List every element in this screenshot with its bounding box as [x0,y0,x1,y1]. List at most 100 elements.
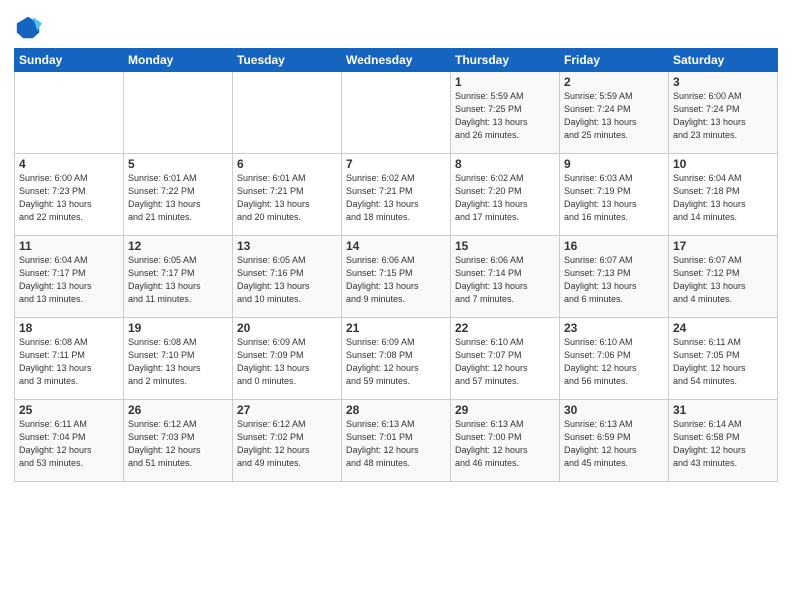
day-cell: 30Sunrise: 6:13 AM Sunset: 6:59 PM Dayli… [560,400,669,482]
week-row-2: 4Sunrise: 6:00 AM Sunset: 7:23 PM Daylig… [15,154,778,236]
day-info: Sunrise: 6:01 AM Sunset: 7:22 PM Dayligh… [128,172,228,224]
day-cell: 20Sunrise: 6:09 AM Sunset: 7:09 PM Dayli… [233,318,342,400]
day-cell: 1Sunrise: 5:59 AM Sunset: 7:25 PM Daylig… [451,72,560,154]
day-info: Sunrise: 6:00 AM Sunset: 7:24 PM Dayligh… [673,90,773,142]
day-number: 16 [564,239,664,253]
day-number: 8 [455,157,555,171]
day-info: Sunrise: 6:11 AM Sunset: 7:05 PM Dayligh… [673,336,773,388]
day-cell: 29Sunrise: 6:13 AM Sunset: 7:00 PM Dayli… [451,400,560,482]
logo [14,14,44,42]
day-info: Sunrise: 5:59 AM Sunset: 7:24 PM Dayligh… [564,90,664,142]
day-cell [233,72,342,154]
day-number: 2 [564,75,664,89]
day-info: Sunrise: 6:10 AM Sunset: 7:07 PM Dayligh… [455,336,555,388]
day-number: 7 [346,157,446,171]
day-number: 9 [564,157,664,171]
day-info: Sunrise: 6:03 AM Sunset: 7:19 PM Dayligh… [564,172,664,224]
day-cell: 28Sunrise: 6:13 AM Sunset: 7:01 PM Dayli… [342,400,451,482]
day-info: Sunrise: 6:05 AM Sunset: 7:16 PM Dayligh… [237,254,337,306]
day-cell: 9Sunrise: 6:03 AM Sunset: 7:19 PM Daylig… [560,154,669,236]
week-row-4: 18Sunrise: 6:08 AM Sunset: 7:11 PM Dayli… [15,318,778,400]
weekday-header-row: SundayMondayTuesdayWednesdayThursdayFrid… [15,49,778,72]
day-number: 27 [237,403,337,417]
day-number: 1 [455,75,555,89]
day-info: Sunrise: 6:05 AM Sunset: 7:17 PM Dayligh… [128,254,228,306]
weekday-header-monday: Monday [124,49,233,72]
day-info: Sunrise: 6:08 AM Sunset: 7:11 PM Dayligh… [19,336,119,388]
day-info: Sunrise: 6:09 AM Sunset: 7:09 PM Dayligh… [237,336,337,388]
day-cell: 26Sunrise: 6:12 AM Sunset: 7:03 PM Dayli… [124,400,233,482]
day-info: Sunrise: 6:04 AM Sunset: 7:17 PM Dayligh… [19,254,119,306]
day-cell: 2Sunrise: 5:59 AM Sunset: 7:24 PM Daylig… [560,72,669,154]
day-number: 4 [19,157,119,171]
day-info: Sunrise: 6:04 AM Sunset: 7:18 PM Dayligh… [673,172,773,224]
page: SundayMondayTuesdayWednesdayThursdayFrid… [0,0,792,612]
header [14,10,778,42]
day-number: 12 [128,239,228,253]
day-cell: 27Sunrise: 6:12 AM Sunset: 7:02 PM Dayli… [233,400,342,482]
day-info: Sunrise: 6:02 AM Sunset: 7:20 PM Dayligh… [455,172,555,224]
weekday-header-tuesday: Tuesday [233,49,342,72]
day-number: 21 [346,321,446,335]
day-number: 19 [128,321,228,335]
day-cell [124,72,233,154]
day-number: 22 [455,321,555,335]
day-info: Sunrise: 6:13 AM Sunset: 7:00 PM Dayligh… [455,418,555,470]
day-info: Sunrise: 6:12 AM Sunset: 7:02 PM Dayligh… [237,418,337,470]
day-info: Sunrise: 6:06 AM Sunset: 7:14 PM Dayligh… [455,254,555,306]
day-cell: 24Sunrise: 6:11 AM Sunset: 7:05 PM Dayli… [669,318,778,400]
day-info: Sunrise: 6:02 AM Sunset: 7:21 PM Dayligh… [346,172,446,224]
day-number: 31 [673,403,773,417]
logo-icon [14,14,42,42]
day-info: Sunrise: 6:07 AM Sunset: 7:12 PM Dayligh… [673,254,773,306]
day-number: 24 [673,321,773,335]
day-info: Sunrise: 6:12 AM Sunset: 7:03 PM Dayligh… [128,418,228,470]
day-info: Sunrise: 6:11 AM Sunset: 7:04 PM Dayligh… [19,418,119,470]
day-cell: 12Sunrise: 6:05 AM Sunset: 7:17 PM Dayli… [124,236,233,318]
day-cell [342,72,451,154]
day-info: Sunrise: 5:59 AM Sunset: 7:25 PM Dayligh… [455,90,555,142]
day-info: Sunrise: 6:08 AM Sunset: 7:10 PM Dayligh… [128,336,228,388]
day-info: Sunrise: 6:00 AM Sunset: 7:23 PM Dayligh… [19,172,119,224]
day-number: 29 [455,403,555,417]
day-number: 5 [128,157,228,171]
day-cell: 11Sunrise: 6:04 AM Sunset: 7:17 PM Dayli… [15,236,124,318]
day-cell [15,72,124,154]
day-cell: 21Sunrise: 6:09 AM Sunset: 7:08 PM Dayli… [342,318,451,400]
calendar: SundayMondayTuesdayWednesdayThursdayFrid… [14,48,778,482]
day-cell: 31Sunrise: 6:14 AM Sunset: 6:58 PM Dayli… [669,400,778,482]
day-number: 25 [19,403,119,417]
day-cell: 4Sunrise: 6:00 AM Sunset: 7:23 PM Daylig… [15,154,124,236]
day-number: 15 [455,239,555,253]
day-cell: 13Sunrise: 6:05 AM Sunset: 7:16 PM Dayli… [233,236,342,318]
day-info: Sunrise: 6:10 AM Sunset: 7:06 PM Dayligh… [564,336,664,388]
day-number: 3 [673,75,773,89]
day-cell: 15Sunrise: 6:06 AM Sunset: 7:14 PM Dayli… [451,236,560,318]
day-info: Sunrise: 6:01 AM Sunset: 7:21 PM Dayligh… [237,172,337,224]
day-number: 23 [564,321,664,335]
day-info: Sunrise: 6:13 AM Sunset: 7:01 PM Dayligh… [346,418,446,470]
day-cell: 7Sunrise: 6:02 AM Sunset: 7:21 PM Daylig… [342,154,451,236]
day-number: 26 [128,403,228,417]
day-cell: 3Sunrise: 6:00 AM Sunset: 7:24 PM Daylig… [669,72,778,154]
day-cell: 17Sunrise: 6:07 AM Sunset: 7:12 PM Dayli… [669,236,778,318]
weekday-header-friday: Friday [560,49,669,72]
week-row-1: 1Sunrise: 5:59 AM Sunset: 7:25 PM Daylig… [15,72,778,154]
day-cell: 19Sunrise: 6:08 AM Sunset: 7:10 PM Dayli… [124,318,233,400]
day-cell: 25Sunrise: 6:11 AM Sunset: 7:04 PM Dayli… [15,400,124,482]
weekday-header-wednesday: Wednesday [342,49,451,72]
week-row-3: 11Sunrise: 6:04 AM Sunset: 7:17 PM Dayli… [15,236,778,318]
day-cell: 8Sunrise: 6:02 AM Sunset: 7:20 PM Daylig… [451,154,560,236]
day-info: Sunrise: 6:09 AM Sunset: 7:08 PM Dayligh… [346,336,446,388]
day-number: 6 [237,157,337,171]
day-cell: 6Sunrise: 6:01 AM Sunset: 7:21 PM Daylig… [233,154,342,236]
day-number: 20 [237,321,337,335]
day-cell: 5Sunrise: 6:01 AM Sunset: 7:22 PM Daylig… [124,154,233,236]
day-number: 18 [19,321,119,335]
day-number: 30 [564,403,664,417]
day-cell: 22Sunrise: 6:10 AM Sunset: 7:07 PM Dayli… [451,318,560,400]
day-info: Sunrise: 6:13 AM Sunset: 6:59 PM Dayligh… [564,418,664,470]
day-number: 28 [346,403,446,417]
weekday-header-thursday: Thursday [451,49,560,72]
day-cell: 18Sunrise: 6:08 AM Sunset: 7:11 PM Dayli… [15,318,124,400]
